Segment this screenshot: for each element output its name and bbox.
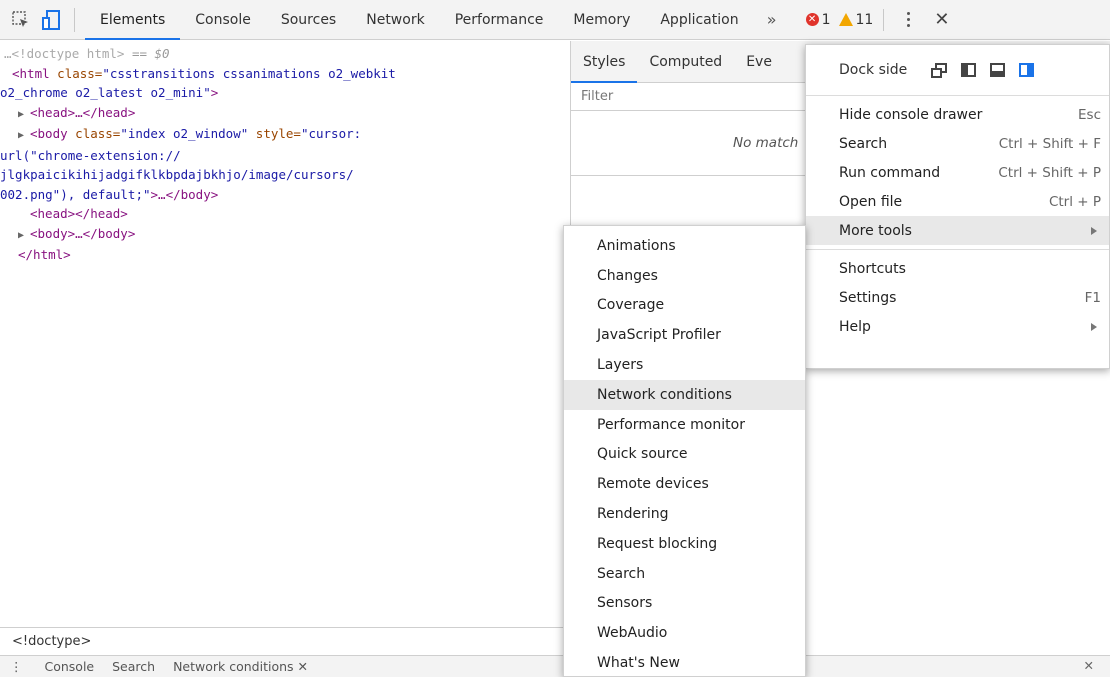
menu-item-hide-console-drawer[interactable]: Hide console drawer Esc <box>806 100 1109 129</box>
tab-event-listeners[interactable]: Eve <box>734 41 784 83</box>
submenu-item-javascript-profiler[interactable]: JavaScript Profiler <box>564 320 805 350</box>
dock-side-label: Dock side <box>839 62 908 78</box>
expand-triangle-icon[interactable]: ▶ <box>18 105 30 125</box>
devtools-toolbar: Elements Console Sources Network Perform… <box>0 0 1110 40</box>
dom-node-body-cont-3: 002.png"), default;">…</body> <box>0 186 219 202</box>
dom-node-head-2[interactable]: <head></head> <box>0 204 570 224</box>
kebab-menu-icon[interactable] <box>900 12 916 27</box>
more-tools-submenu: Animations Changes Coverage JavaScript P… <box>563 225 806 677</box>
dom-node-body-cont-1: url("chrome-extension:// <box>0 147 181 163</box>
tab-memory[interactable]: Memory <box>558 0 645 40</box>
submenu-item-whats-new[interactable]: What's New <box>564 648 805 677</box>
dock-left-icon[interactable] <box>961 63 977 77</box>
drawer-tabbar: ⋮ Console Search Network conditions ✕ ✕ <box>0 655 1110 677</box>
dock-right-icon[interactable] <box>1019 63 1035 77</box>
menu-separator <box>806 95 1109 96</box>
submenu-item-layers[interactable]: Layers <box>564 350 805 380</box>
device-toolbar-icon[interactable] <box>38 7 64 33</box>
drawer-close-icon[interactable]: ✕ <box>1084 658 1094 673</box>
dock-side-row: Dock side <box>806 45 1109 95</box>
drawer-tab-search[interactable]: Search <box>112 659 155 674</box>
dom-node-body[interactable]: ▶ <body class="index o2_window" style="cu… <box>0 124 570 146</box>
dom-node-body-cont-2: jlgkpaicikihijadgifklkbpdajbkhjo/image/c… <box>0 167 354 182</box>
warning-icon <box>838 13 853 26</box>
dom-node-head[interactable]: ▶ <head>…</head> <box>0 103 570 125</box>
submenu-item-coverage[interactable]: Coverage <box>564 291 805 321</box>
tab-computed[interactable]: Computed <box>637 41 734 83</box>
tab-performance[interactable]: Performance <box>440 0 559 40</box>
menu-item-shortcuts[interactable]: Shortcuts <box>806 254 1109 283</box>
more-tabs-button[interactable]: » <box>760 10 784 29</box>
tab-application[interactable]: Application <box>645 0 753 40</box>
breadcrumb: <!doctype> <box>0 627 570 655</box>
menu-separator <box>806 249 1109 250</box>
dom-tree: …<!doctype html> == $0 <html class="csst… <box>0 41 570 627</box>
submenu-item-search[interactable]: Search <box>564 559 805 589</box>
tab-styles[interactable]: Styles <box>571 41 638 83</box>
drawer-tab-console[interactable]: Console <box>45 659 95 674</box>
toolbar-separator <box>74 7 75 32</box>
close-icon[interactable]: ✕ <box>934 9 949 30</box>
drawer-kebab-icon[interactable]: ⋮ <box>10 659 23 674</box>
submenu-item-network-conditions[interactable]: Network conditions <box>564 379 805 410</box>
menu-item-more-tools[interactable]: More tools <box>806 216 1109 245</box>
dom-node-html-cont: o2_chrome o2_latest o2_mini"> <box>0 85 219 100</box>
breadcrumb-item[interactable]: <!doctype> <box>12 634 91 649</box>
dom-node-html[interactable]: <html class="csstransitions cssanimation… <box>0 64 570 84</box>
menu-item-open-file[interactable]: Open file Ctrl + P <box>806 187 1109 216</box>
panel-tabs: Elements Console Sources Network Perform… <box>85 0 754 40</box>
expand-triangle-icon[interactable]: ▶ <box>18 126 30 146</box>
warning-count: 11 <box>855 11 874 28</box>
error-count: 1 <box>821 11 831 28</box>
expand-triangle-icon[interactable]: ▶ <box>18 226 30 246</box>
dom-node-html-close[interactable]: </html> <box>0 245 570 265</box>
submenu-item-performance-monitor[interactable]: Performance monitor <box>564 410 805 440</box>
drawer-tab-network-conditions[interactable]: Network conditions ✕ <box>173 659 308 674</box>
submenu-item-rendering[interactable]: Rendering <box>564 499 805 529</box>
submenu-arrow-icon <box>1091 322 1097 331</box>
submenu-item-webaudio[interactable]: WebAudio <box>564 618 805 648</box>
submenu-arrow-icon <box>1091 226 1097 235</box>
tab-elements[interactable]: Elements <box>85 0 181 40</box>
tab-network[interactable]: Network <box>351 0 439 40</box>
submenu-item-quick-source[interactable]: Quick source <box>564 440 805 470</box>
submenu-item-sensors[interactable]: Sensors <box>564 589 805 619</box>
submenu-item-animations[interactable]: Animations <box>564 231 805 261</box>
undock-icon[interactable] <box>931 62 948 78</box>
submenu-item-remote-devices[interactable]: Remote devices <box>564 469 805 499</box>
dock-bottom-icon[interactable] <box>990 63 1006 77</box>
dom-node-doctype[interactable]: …<!doctype html> == $0 <box>0 44 570 64</box>
tab-sources[interactable]: Sources <box>266 0 351 40</box>
error-icon: ✕ <box>805 13 819 26</box>
menu-item-search[interactable]: Search Ctrl + Shift + F <box>806 129 1109 158</box>
menu-item-help[interactable]: Help <box>806 312 1109 341</box>
customize-menu: Dock side Hide console drawer Esc Search C… <box>805 44 1110 369</box>
issue-counts[interactable]: ✕ 1 11 <box>805 11 874 28</box>
tab-console[interactable]: Console <box>180 0 266 40</box>
submenu-item-changes[interactable]: Changes <box>564 261 805 291</box>
dom-node-body-2[interactable]: ▶ <body>…</body> <box>0 224 570 246</box>
submenu-item-request-blocking[interactable]: Request blocking <box>564 529 805 559</box>
menu-item-settings[interactable]: Settings F1 <box>806 283 1109 312</box>
menu-item-run-command[interactable]: Run command Ctrl + Shift + P <box>806 158 1109 187</box>
inspect-element-icon[interactable] <box>8 7 34 33</box>
toolbar-separator-2 <box>883 8 885 31</box>
